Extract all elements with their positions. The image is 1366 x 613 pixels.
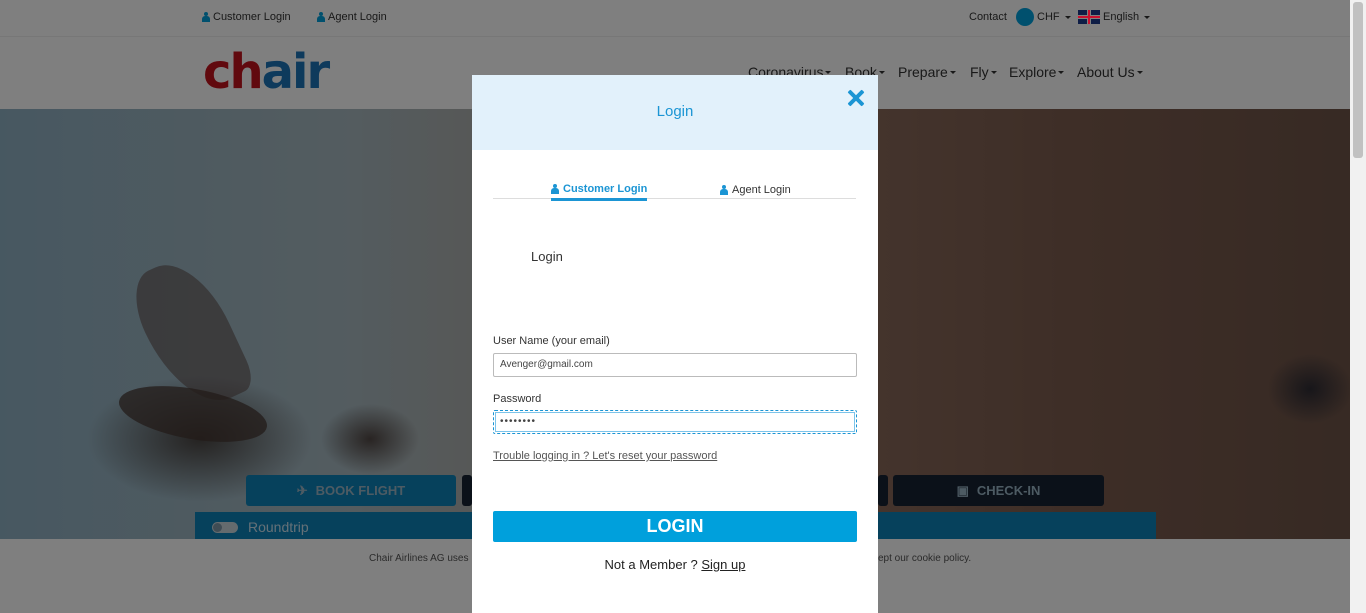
tab-customer-login[interactable]: Customer Login xyxy=(551,180,648,201)
signup-prompt: Not a Member ? Sign up xyxy=(472,557,878,572)
login-tabs: Customer Login Agent Login xyxy=(493,175,856,201)
username-label: User Name (your email) xyxy=(493,335,610,347)
tab-agent-login[interactable]: Agent Login xyxy=(720,180,791,199)
login-section-title: Login xyxy=(531,249,563,264)
modal-title: Login xyxy=(656,103,694,120)
not-member-text: Not a Member ? xyxy=(604,557,698,572)
close-icon[interactable] xyxy=(845,87,867,109)
page-scrollbar[interactable] xyxy=(1350,0,1366,613)
tab-customer-login-label: Customer Login xyxy=(563,183,648,195)
reset-password-link[interactable]: Trouble logging in ? Let's reset your pa… xyxy=(493,450,717,462)
password-label: Password xyxy=(493,393,542,405)
modal-header: Login xyxy=(472,75,878,150)
person-icon xyxy=(551,184,559,194)
tab-agent-login-label: Agent Login xyxy=(732,183,791,196)
username-input[interactable]: Avenger@gmail.com xyxy=(493,353,857,377)
scrollbar-thumb[interactable] xyxy=(1353,2,1363,158)
signup-link[interactable]: Sign up xyxy=(701,557,745,572)
person-icon xyxy=(720,184,728,195)
login-modal: Login Customer Login Agent Login Login U… xyxy=(472,75,878,613)
password-input[interactable]: •••••••• xyxy=(493,410,857,434)
login-button[interactable]: LOGIN xyxy=(493,511,857,542)
